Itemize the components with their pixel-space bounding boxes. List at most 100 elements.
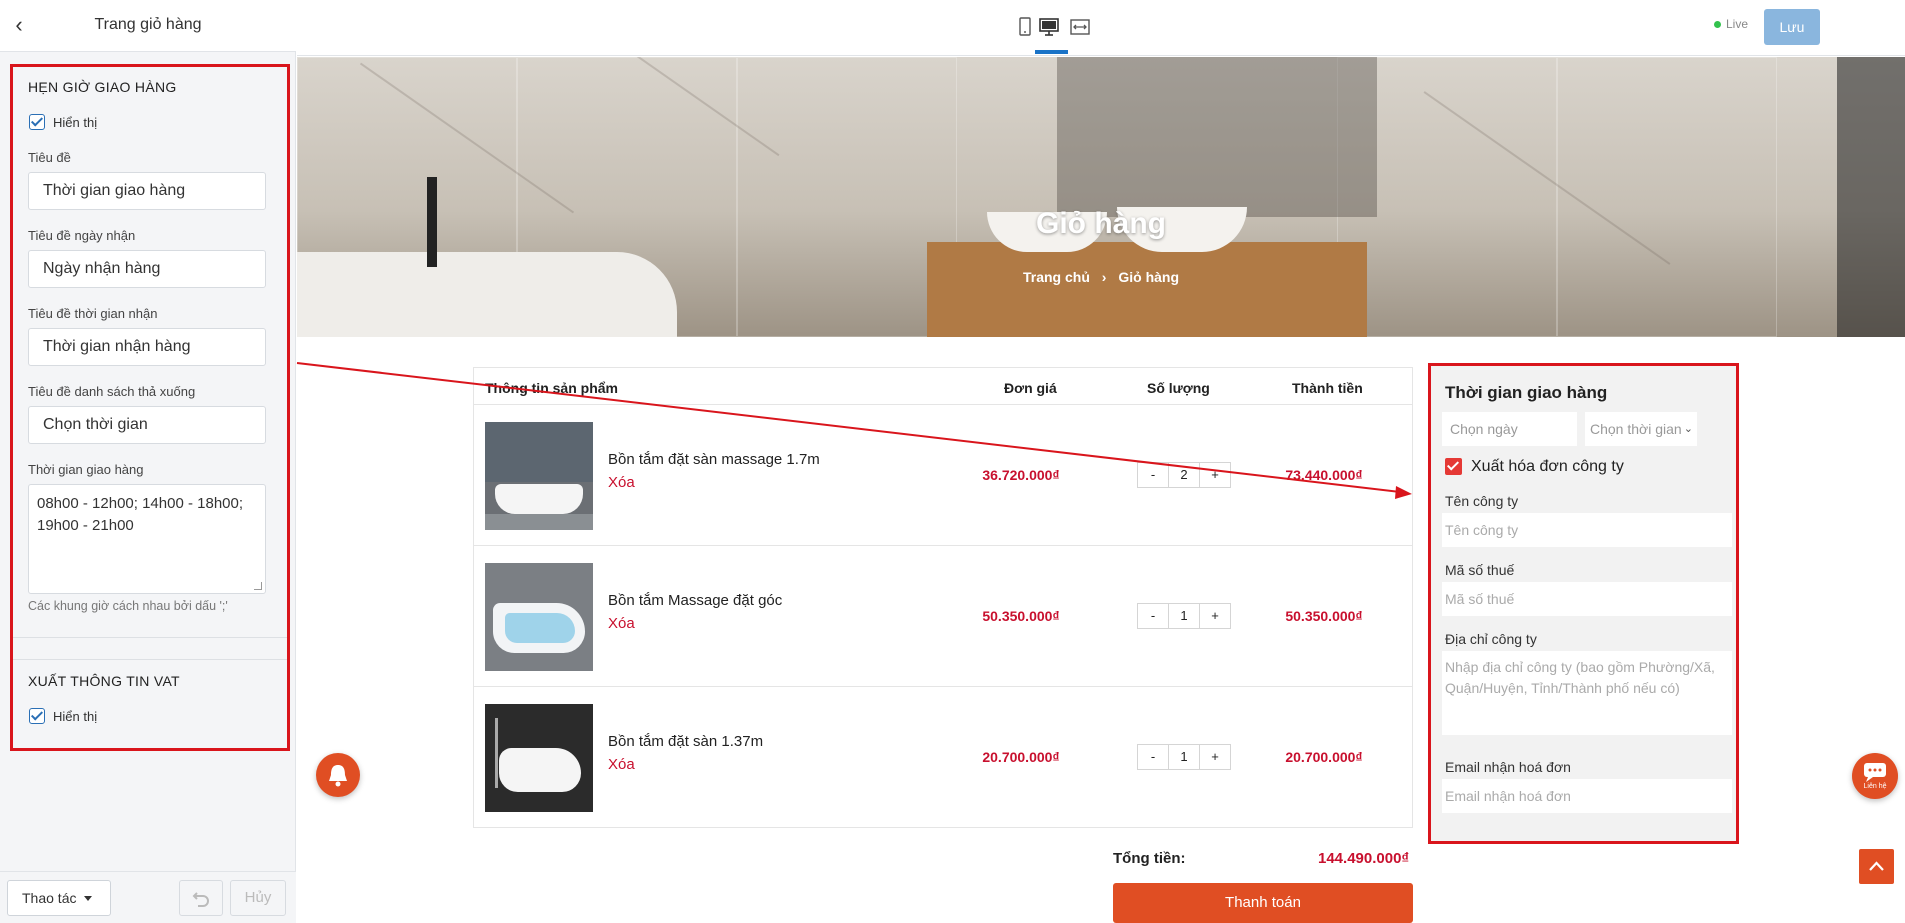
- dropdown-title-field-input[interactable]: Chọn thời gian: [28, 406, 266, 444]
- delivery-show-label: Hiển thị: [53, 114, 98, 130]
- time-title-field-input[interactable]: Thời gian nhận hàng: [28, 328, 266, 366]
- active-device-indicator: [1035, 50, 1068, 54]
- live-dot-icon: [1714, 20, 1721, 28]
- product-image[interactable]: [485, 422, 593, 530]
- checkbox-checked-icon[interactable]: [29, 114, 45, 130]
- unit-price: 36.720.000₫: [982, 467, 1060, 483]
- settings-panel-highlighted: HẸN GIỜ GIAO HÀNG Hiển thị Tiêu đề Thời …: [10, 64, 290, 751]
- breadcrumb: Trang chủ › Giỏ hàng: [297, 269, 1905, 285]
- vat-checkbox[interactable]: [1445, 458, 1462, 475]
- minus-button[interactable]: -: [1138, 604, 1168, 628]
- line-total: 50.350.000₫: [1285, 608, 1363, 624]
- date-title-field-input[interactable]: Ngày nhận hàng: [28, 250, 266, 288]
- line-total: 20.700.000₫: [1285, 749, 1363, 765]
- vat-show-label: Hiển thị: [53, 708, 98, 724]
- mobile-icon[interactable]: [1014, 16, 1036, 38]
- fullwidth-icon[interactable]: [1069, 16, 1091, 38]
- water: [505, 613, 575, 643]
- total-value: 144.490.000₫: [1318, 850, 1410, 867]
- email-label: Email nhận hoá đơn: [1445, 759, 1571, 775]
- company-input[interactable]: Tên công ty: [1442, 513, 1732, 547]
- minus-button[interactable]: -: [1138, 745, 1168, 769]
- resize-handle-icon[interactable]: [254, 582, 262, 590]
- caret-down-icon: [84, 896, 92, 901]
- date-title-field-label: Tiêu đề ngày nhận: [28, 228, 136, 243]
- actions-label: Thao tác: [22, 890, 77, 906]
- quantity-stepper: - 2 +: [1137, 462, 1231, 488]
- scroll-top-button[interactable]: [1859, 849, 1894, 884]
- product-image[interactable]: [485, 704, 593, 812]
- wall-tile: [737, 57, 957, 337]
- product-name[interactable]: Bồn tắm đặt sàn massage 1.7m: [608, 451, 820, 468]
- time-slots-textarea[interactable]: 08h00 - 12h00; 14h00 - 18h00; 19h00 - 21…: [28, 484, 266, 594]
- page-title: Giỏ hàng: [1036, 207, 1166, 240]
- wall-tile: [1557, 57, 1777, 337]
- unit-price: 20.700.000₫: [982, 749, 1060, 765]
- plus-button[interactable]: +: [1199, 604, 1230, 628]
- date-picker[interactable]: Chọn ngày: [1442, 412, 1577, 446]
- unit-price: 50.350.000₫: [982, 608, 1060, 624]
- chevron-up-icon: [1869, 861, 1884, 871]
- header-product: Thông tin sản phẩm: [485, 380, 618, 396]
- delivery-section-heading: HẸN GIỜ GIAO HÀNG: [28, 79, 177, 95]
- delete-link[interactable]: Xóa: [608, 474, 635, 491]
- editor-sidebar: ‹ Trang giỏ hàng HẸN GIỜ GIAO HÀNG Hiển …: [0, 0, 296, 923]
- breadcrumb-home[interactable]: Trang chủ: [1023, 269, 1090, 285]
- section-divider: [13, 637, 287, 638]
- table-row: Bồn tắm đặt sàn 1.37m Xóa 20.700.000₫ - …: [474, 686, 1412, 827]
- chat-label: Liên hệ: [1863, 783, 1887, 790]
- title-field-input[interactable]: Thời gian giao hàng: [28, 172, 266, 210]
- back-arrow-icon[interactable]: ‹: [8, 14, 30, 38]
- checkbox-checked-icon[interactable]: [29, 708, 45, 724]
- delete-link[interactable]: Xóa: [608, 615, 635, 632]
- quantity-value[interactable]: 2: [1168, 463, 1199, 487]
- vat-label: Xuất hóa đơn công ty: [1471, 458, 1624, 475]
- tax-code-input[interactable]: Mã số thuế: [1442, 582, 1732, 616]
- chat-button[interactable]: Liên hệ: [1852, 753, 1898, 799]
- quantity-stepper: - 1 +: [1137, 603, 1231, 629]
- product-name[interactable]: Bồn tắm đặt sàn 1.37m: [608, 733, 763, 750]
- delete-link[interactable]: Xóa: [608, 756, 635, 773]
- cart-banner: Giỏ hàng Trang chủ › Giỏ hàng: [297, 57, 1905, 337]
- vat-show-toggle[interactable]: Hiển thị: [29, 707, 97, 725]
- tub-shape: [499, 748, 581, 792]
- time-select[interactable]: Chọn thời gian ⌄: [1585, 412, 1697, 446]
- chat-bubble-icon: [1864, 763, 1886, 782]
- total-label: Tổng tiền:: [1113, 850, 1186, 867]
- plus-button[interactable]: +: [1199, 463, 1230, 487]
- line-total: 73.440.000₫: [1285, 467, 1363, 483]
- title-field-label: Tiêu đề: [28, 150, 71, 165]
- minus-button[interactable]: -: [1138, 463, 1168, 487]
- delivery-title: Thời gian giao hàng: [1445, 383, 1608, 402]
- cancel-button[interactable]: Hủy: [230, 880, 286, 916]
- undo-button[interactable]: [179, 880, 223, 916]
- quantity-value[interactable]: 1: [1168, 745, 1199, 769]
- quantity-value[interactable]: 1: [1168, 604, 1199, 628]
- address-textarea[interactable]: Nhập địa chỉ công ty (bao gồm Phường/Xã,…: [1442, 651, 1732, 735]
- quantity-stepper: - 1 +: [1137, 744, 1231, 770]
- checkout-button[interactable]: Thanh toán: [1113, 883, 1413, 923]
- faucet: [495, 718, 498, 788]
- product-name[interactable]: Bồn tắm Massage đặt góc: [608, 592, 782, 609]
- mirror-area: [1057, 57, 1377, 217]
- live-label: Live: [1726, 17, 1749, 31]
- desktop-icon[interactable]: [1038, 16, 1060, 38]
- chevron-right-icon: ›: [1101, 269, 1107, 285]
- time-select-value: Chọn thời gian: [1590, 421, 1682, 437]
- chevron-down-icon: ⌄: [1683, 423, 1693, 435]
- header-quantity: Số lượng: [1147, 380, 1210, 396]
- time-slots-label: Thời gian giao hàng: [28, 462, 144, 477]
- notification-button[interactable]: [316, 753, 360, 797]
- sidebar-header: ‹ Trang giỏ hàng: [0, 0, 296, 52]
- product-image[interactable]: [485, 563, 593, 671]
- bell-icon: [329, 765, 347, 787]
- save-button[interactable]: Lưu: [1764, 9, 1820, 45]
- delivery-panel-highlighted: Thời gian giao hàng Chọn ngày Chọn thời …: [1428, 363, 1739, 844]
- delivery-show-toggle[interactable]: Hiển thị: [29, 113, 97, 131]
- header-unit-price: Đơn giá: [1004, 380, 1057, 396]
- undo-icon: [192, 892, 209, 907]
- email-input[interactable]: Email nhận hoá đơn: [1442, 779, 1732, 813]
- plus-button[interactable]: +: [1199, 745, 1230, 769]
- vat-section-heading: XUẤT THÔNG TIN VAT: [28, 673, 180, 689]
- actions-dropdown-button[interactable]: Thao tác: [7, 880, 111, 916]
